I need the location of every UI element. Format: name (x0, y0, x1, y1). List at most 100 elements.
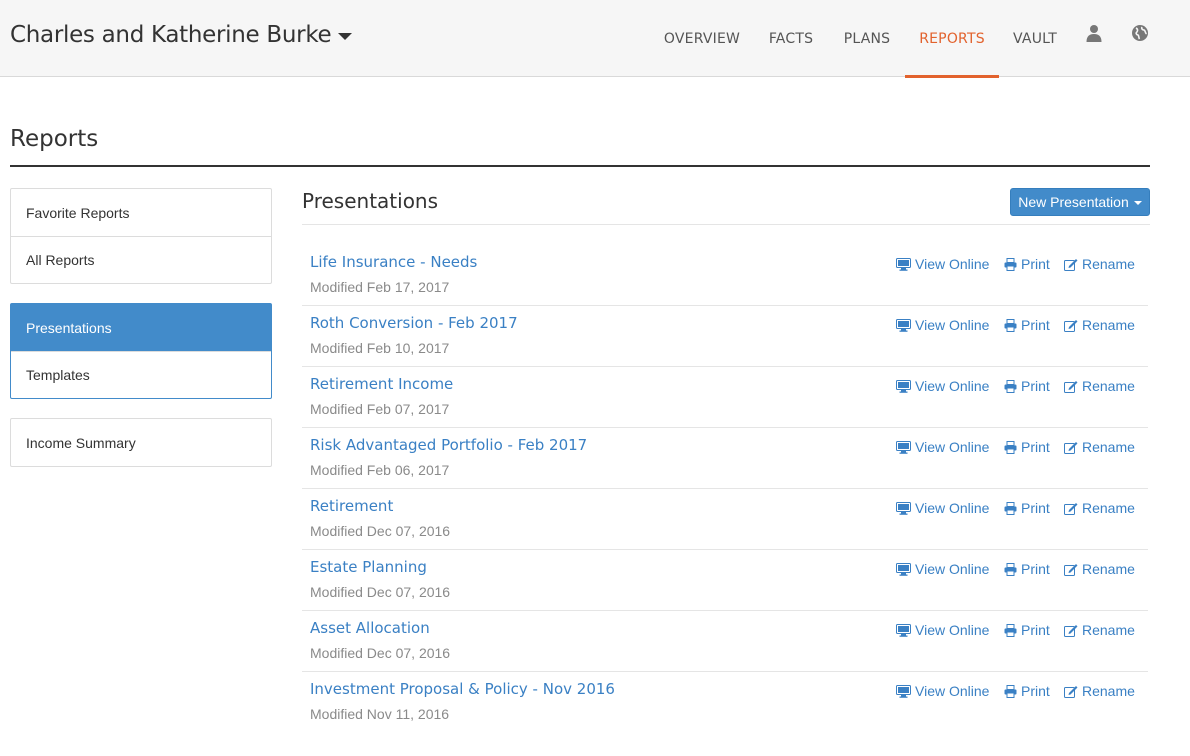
presentation-title[interactable]: Retirement Income (310, 375, 453, 393)
presentation-modified-date: Modified Feb 10, 2017 (310, 340, 450, 356)
monitor-icon (896, 684, 911, 698)
action-label: View Online (915, 500, 990, 516)
presentation-row: Risk Advantaged Portfolio - Feb 2017 Mod… (302, 428, 1148, 489)
print-link[interactable]: Print (1004, 560, 1050, 578)
printer-icon (1004, 501, 1017, 515)
rename-link[interactable]: Rename (1064, 499, 1135, 517)
rename-link[interactable]: Rename (1064, 438, 1135, 456)
action-label: View Online (915, 622, 990, 638)
presentation-row: Retirement Modified Dec 07, 2016 View On… (302, 489, 1148, 550)
action-label: View Online (915, 317, 990, 333)
presentation-row: Investment Proposal & Policy - Nov 2016 … (302, 672, 1148, 733)
new-presentation-button[interactable]: New Presentation (1010, 188, 1150, 216)
action-label: Rename (1082, 500, 1135, 516)
print-link[interactable]: Print (1004, 682, 1050, 700)
globe-icon[interactable] (1131, 24, 1151, 44)
top-bar: Charles and Katherine Burke OVERVIEW FAC… (0, 0, 1190, 78)
presentation-title[interactable]: Estate Planning (310, 558, 427, 576)
sidebar-item-presentations[interactable]: Presentations (11, 304, 271, 351)
presentation-title[interactable]: Retirement (310, 497, 393, 515)
presentation-modified-date: Modified Feb 17, 2017 (310, 279, 450, 295)
presentation-title[interactable]: Risk Advantaged Portfolio - Feb 2017 (310, 436, 587, 454)
presentation-row: Retirement Income Modified Feb 07, 2017 … (302, 367, 1148, 428)
print-link[interactable]: Print (1004, 377, 1050, 395)
action-label: Print (1021, 622, 1050, 638)
sidebar-item-favorite-reports[interactable]: Favorite Reports (11, 189, 271, 236)
rename-link[interactable]: Rename (1064, 621, 1135, 639)
action-label: Rename (1082, 317, 1135, 333)
presentation-row: Asset Allocation Modified Dec 07, 2016 V… (302, 611, 1148, 672)
view-online-link[interactable]: View Online (896, 377, 989, 395)
presentation-modified-date: Modified Feb 06, 2017 (310, 462, 450, 478)
presentation-title[interactable]: Asset Allocation (310, 619, 430, 637)
user-icon[interactable] (1085, 24, 1105, 44)
printer-icon (1004, 379, 1017, 393)
monitor-icon (896, 440, 911, 454)
view-online-link[interactable]: View Online (896, 316, 989, 334)
rename-link[interactable]: Rename (1064, 316, 1135, 334)
action-label: Print (1021, 561, 1050, 577)
rename-link[interactable]: Rename (1064, 255, 1135, 273)
view-online-link[interactable]: View Online (896, 682, 989, 700)
view-online-link[interactable]: View Online (896, 499, 989, 517)
view-online-link[interactable]: View Online (896, 621, 989, 639)
nav-plans[interactable]: PLANS (832, 0, 902, 77)
edit-icon (1064, 563, 1078, 576)
sidebar-item-templates[interactable]: Templates (11, 351, 271, 398)
action-label: Print (1021, 256, 1050, 272)
print-link[interactable]: Print (1004, 316, 1050, 334)
sidebar-item-income-summary[interactable]: Income Summary (11, 419, 271, 466)
edit-icon (1064, 624, 1078, 637)
view-online-link[interactable]: View Online (896, 255, 989, 273)
nav-vault[interactable]: VAULT (1004, 0, 1066, 77)
view-online-link[interactable]: View Online (896, 438, 989, 456)
sidebar-group-reports: Favorite Reports All Reports (10, 188, 272, 284)
printer-icon (1004, 257, 1017, 271)
nav-facts[interactable]: FACTS (756, 0, 826, 77)
edit-icon (1064, 258, 1078, 271)
action-label: Rename (1082, 439, 1135, 455)
action-label: View Online (915, 439, 990, 455)
printer-icon (1004, 440, 1017, 454)
edit-icon (1064, 319, 1078, 332)
presentation-row: Estate Planning Modified Dec 07, 2016 Vi… (302, 550, 1148, 611)
monitor-icon (896, 501, 911, 515)
presentation-title[interactable]: Roth Conversion - Feb 2017 (310, 314, 518, 332)
rename-link[interactable]: Rename (1064, 377, 1135, 395)
presentation-row: Roth Conversion - Feb 2017 Modified Feb … (302, 306, 1148, 367)
printer-icon (1004, 684, 1017, 698)
presentation-modified-date: Modified Feb 07, 2017 (310, 401, 450, 417)
printer-icon (1004, 623, 1017, 637)
monitor-icon (896, 318, 911, 332)
printer-icon (1004, 318, 1017, 332)
section-title: Presentations (302, 189, 439, 213)
action-label: View Online (915, 378, 990, 394)
page-title: Reports (10, 126, 99, 152)
sidebar-item-all-reports[interactable]: All Reports (11, 236, 271, 283)
print-link[interactable]: Print (1004, 438, 1050, 456)
monitor-icon (896, 623, 911, 637)
rename-link[interactable]: Rename (1064, 682, 1135, 700)
new-presentation-label: New Presentation (1018, 194, 1129, 210)
action-label: Rename (1082, 256, 1135, 272)
action-label: Rename (1082, 378, 1135, 394)
print-link[interactable]: Print (1004, 255, 1050, 273)
presentation-title[interactable]: Life Insurance - Needs (310, 253, 477, 271)
action-label: Rename (1082, 561, 1135, 577)
view-online-link[interactable]: View Online (896, 560, 989, 578)
nav-reports[interactable]: REPORTS (905, 0, 999, 78)
presentation-row: Life Insurance - Needs Modified Feb 17, … (302, 245, 1148, 306)
rename-link[interactable]: Rename (1064, 560, 1135, 578)
nav-overview[interactable]: OVERVIEW (652, 0, 752, 77)
monitor-icon (896, 379, 911, 393)
presentation-title[interactable]: Investment Proposal & Policy - Nov 2016 (310, 680, 615, 698)
sidebar-group-presentations: Presentations Templates (10, 303, 272, 399)
print-link[interactable]: Print (1004, 621, 1050, 639)
section-divider (302, 224, 1150, 225)
action-label: Rename (1082, 622, 1135, 638)
presentation-list: Life Insurance - Needs Modified Feb 17, … (302, 245, 1148, 733)
print-link[interactable]: Print (1004, 499, 1050, 517)
presentation-modified-date: Modified Nov 11, 2016 (310, 706, 450, 722)
action-label: View Online (915, 683, 990, 699)
action-label: View Online (915, 561, 990, 577)
